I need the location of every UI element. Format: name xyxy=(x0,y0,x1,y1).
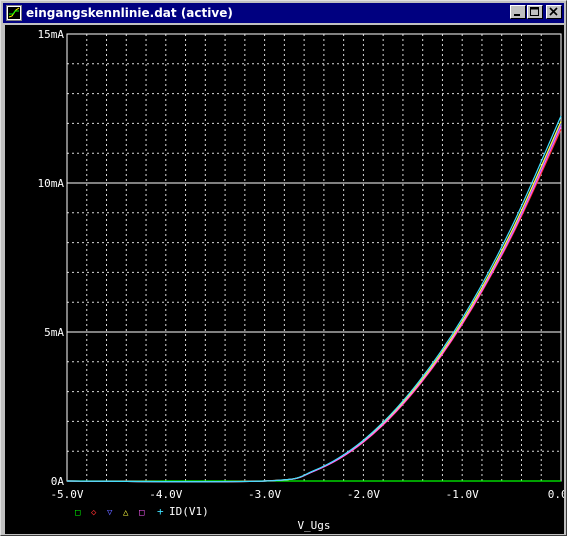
maximize-button[interactable] xyxy=(527,5,543,19)
x-axis-label: V_Ugs xyxy=(297,519,330,532)
minimize-button[interactable] xyxy=(510,5,526,19)
series-line-4 xyxy=(66,121,562,483)
x-tick-label: 0.0V xyxy=(548,488,564,501)
y-tick-label: 5mA xyxy=(44,326,64,339)
x-tick-label: -3.0V xyxy=(248,488,281,501)
legend-marker: □ xyxy=(139,508,145,518)
legend-marker: + xyxy=(157,505,164,518)
probe-app-icon[interactable] xyxy=(6,5,22,21)
x-tick-label: -5.0V xyxy=(50,488,83,501)
grid-layer xyxy=(67,34,561,481)
close-icon xyxy=(549,7,558,16)
legend-marker: □ xyxy=(75,508,81,518)
y-tick-label: 10mA xyxy=(38,177,65,190)
plot-frame xyxy=(66,33,562,482)
minimize-icon xyxy=(514,14,520,16)
legend-marker: ▽ xyxy=(107,508,113,518)
series-line-2 xyxy=(66,129,562,483)
plot-area[interactable]: 0A 5mA 10mA 15mA -5.0V -4.0V -3.0V -2.0V -1.0V 0.… xyxy=(5,25,564,534)
legend-marker: △ xyxy=(123,508,129,518)
series-line-6 xyxy=(66,115,562,483)
legend-marker: ◇ xyxy=(91,508,97,518)
x-tick-label: -1.0V xyxy=(446,488,479,501)
y-tick-label: 15mA xyxy=(38,28,65,41)
maximize-icon xyxy=(530,7,539,16)
series-layer xyxy=(66,115,562,483)
y-tick-label: 0A xyxy=(51,475,65,488)
close-button[interactable] xyxy=(546,5,562,19)
plot-window: eingangskennlinie.dat (active) 0A 5mA 10… xyxy=(0,0,567,536)
x-tick-label: -4.0V xyxy=(149,488,182,501)
x-tick-label: -2.0V xyxy=(347,488,380,501)
axes-layer xyxy=(66,33,562,482)
chart[interactable]: 0A 5mA 10mA 15mA -5.0V -4.0V -3.0V -2.0V -1.0V 0.… xyxy=(5,25,565,534)
title-bar[interactable]: eingangskennlinie.dat (active) xyxy=(3,3,564,23)
series-line-5 xyxy=(66,126,562,483)
legend: □ ◇ ▽ △ □ + ID(V1) xyxy=(75,505,209,518)
legend-label: ID(V1) xyxy=(169,505,209,518)
window-title: eingangskennlinie.dat (active) xyxy=(26,6,233,20)
